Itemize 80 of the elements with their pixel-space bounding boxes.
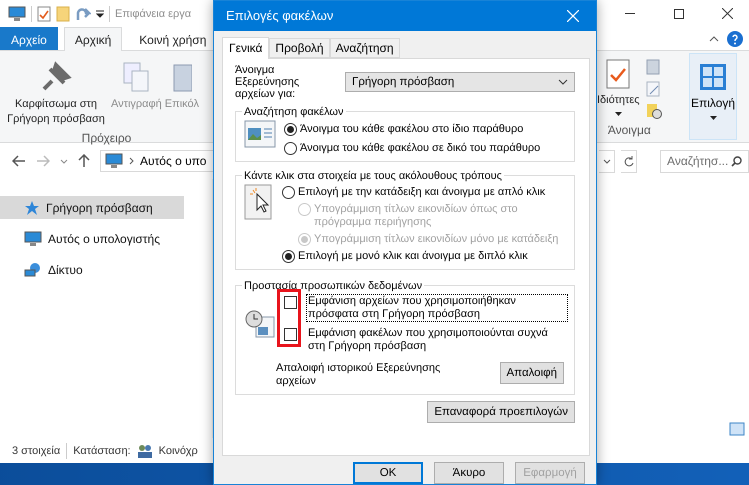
nav-item[interactable]: Δίκτυο [0,258,184,281]
option-label: Επιλογή με την κατάδειξη και άνοιγμα με απλό κλικ [298,186,546,199]
nav-item[interactable]: Γρήγορη πρόσβαση [0,196,184,219]
properties-icon [37,6,51,22]
nav-item[interactable]: Αυτός ο υπολογιστής [0,227,184,250]
item-count: 3 στοιχεία [12,444,60,456]
radio-button[interactable] [284,142,297,155]
minimize-icon[interactable] [625,12,636,14]
group-label: Άνοιγμα [608,123,651,137]
group-title: Προστασία προσωπικών δεδομένων [243,280,424,292]
option-label: Άνοιγμα του κάθε φακέλου σε δικό του παράθυρο [300,142,540,155]
details-view-icon [729,422,745,436]
properties-icon [606,59,630,89]
search-field[interactable]: Αναζήτησ... [660,150,749,172]
window-title: Επιφάνεια εργα [115,8,192,20]
back-icon [12,155,26,167]
status-value: Κοινόχρ [158,444,198,456]
window-icon [244,120,276,148]
history-dropdown-icon[interactable] [599,150,616,172]
dropdown[interactable]: Γρήγορη πρόσβαση [345,72,575,92]
dialog-tab[interactable]: Γενικά [222,36,270,59]
search-icon [731,156,742,166]
maximize-icon[interactable] [674,8,684,18]
pin-icon [40,61,72,93]
folder-icon [56,6,70,22]
checkbox[interactable] [284,328,297,341]
option-label: Επιλογή με μονό κλικ και άνοιγμα με διπλό κλικ [298,250,528,263]
radio-button[interactable] [282,186,295,199]
option-label: Εμφάνιση φακέλων που χρησιμοποιούνται συχνά στη Γρήγορη πρόσβαση [307,326,549,354]
option-label: Υπογράμμιση τίτλων εικονιδίων όπως στο πρόγραμμα περιήγησης [314,202,519,229]
file-tab[interactable]: Αρχείο [0,27,58,50]
restore-defaults-button[interactable]: Επαναφορά προεπιλογών [427,400,575,423]
dialog-tab[interactable]: Προβολή [269,38,330,58]
close-icon[interactable] [722,8,734,19]
caret-icon [710,116,716,120]
clock-document-icon [244,308,276,339]
monitor-icon [8,6,26,22]
radio-button[interactable] [282,250,295,263]
star-icon [24,200,40,216]
computer-icon [24,230,42,246]
dropdown-icon [96,10,104,18]
option-label: Υπογράμμιση τίτλων εικονιδίων μόνο με κατάδειξη [314,232,558,246]
radio-button[interactable] [284,122,297,136]
users-icon [136,444,153,458]
redo-icon [75,6,91,20]
cursor-icon [244,184,274,222]
ribbon-command[interactable]: Καρφίτσωμα στη Γρήγορη πρόσβαση [4,61,108,127]
group-label: Πρόχειρο [82,131,132,145]
grid-icon [700,64,726,90]
status-label: Κατάσταση: [73,444,131,456]
option-label: Άνοιγμα του κάθε φακέλου στο ίδιο παράθυρο [300,122,524,136]
computer-icon [105,153,123,169]
chevron-down-icon [60,158,68,164]
edit-icon [646,81,662,97]
history-icon [646,103,662,119]
collapse-ribbon-icon [709,36,719,42]
select-button[interactable]: Επιλογή [689,53,737,140]
network-icon [24,262,42,278]
list-icon [646,59,662,75]
up-icon [78,154,90,168]
properties-button[interactable]: Ιδιότητες [597,59,640,119]
clear-button[interactable]: Απαλοιφή [500,362,564,384]
forward-icon [36,155,50,167]
clear-history-label: Απαλοιφή ιστορικού Εξερεύνησης αρχείων [276,362,442,388]
dialog-tab[interactable]: Αναζήτηση [330,38,400,58]
field-label: Άνοιγμα Εξερεύνησης αρχείων για: [235,64,300,100]
address-bar[interactable]: Αυτός ο υπο [100,150,213,172]
group-title: Αναζήτηση φακέλων [243,106,345,118]
checkbox[interactable] [284,296,297,309]
group-title: Κάντε κλικ στα στοιχεία με τους ακόλουθους τρόπους [243,170,503,182]
caret-icon [614,112,622,116]
help-icon [727,30,743,46]
dialog-button[interactable]: OK [353,462,423,484]
dialog-button[interactable]: Άκυρο [434,462,504,484]
option-label: Εμφάνιση αρχείων που χρησιμοποιήθηκαν πρόσφατα στη Γρήγορη πρόσβαση [306,294,568,322]
dialog-title: Επιλογές φακέλων [226,8,334,24]
ribbon-tab[interactable]: Αρχική [64,27,122,51]
refresh-icon[interactable] [621,150,638,172]
chevron-right-icon [129,157,134,165]
chevron-down-icon [558,78,568,85]
